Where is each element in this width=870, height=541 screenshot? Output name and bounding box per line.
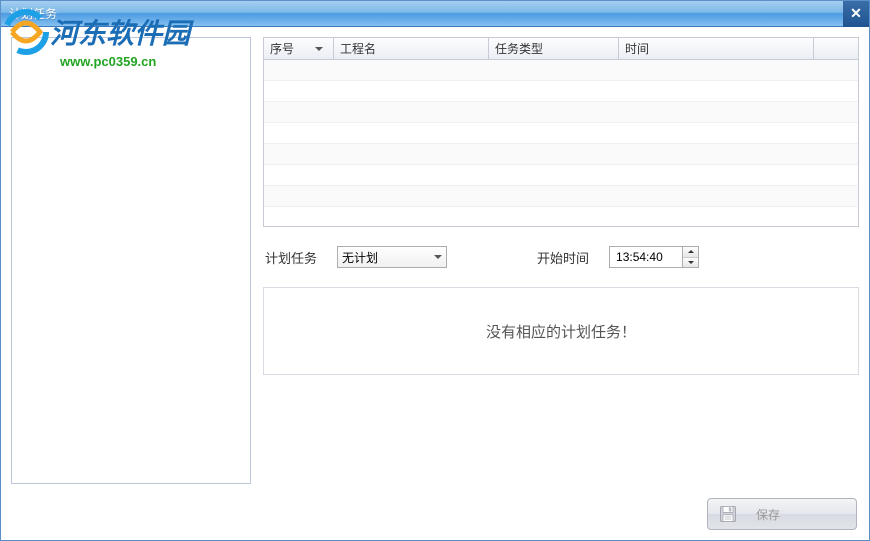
table-row (264, 186, 858, 207)
sidebar-panel[interactable] (11, 37, 251, 484)
spinner-down-button[interactable] (683, 258, 698, 268)
plan-task-select[interactable]: 无计划 (337, 246, 447, 268)
column-header-time[interactable]: 时间 (619, 38, 814, 59)
save-icon (718, 504, 738, 524)
spinner-up-button[interactable] (683, 247, 698, 258)
caret-up-icon (688, 250, 694, 253)
sort-arrow-icon (315, 47, 323, 51)
table-row (264, 102, 858, 123)
table-row (264, 144, 858, 165)
save-button[interactable]: 保存 (707, 498, 857, 530)
table-row (264, 123, 858, 144)
close-icon: ✕ (850, 5, 862, 22)
caret-down-icon (688, 261, 694, 264)
footer: 保存 (1, 494, 869, 540)
chevron-down-icon (434, 255, 442, 259)
table-row (264, 60, 858, 81)
controls-row: 计划任务 无计划 开始时间 13:54:40 (263, 242, 859, 272)
start-time-value: 13:54:40 (610, 247, 682, 267)
plan-task-value: 无计划 (342, 249, 378, 266)
table-row (264, 207, 858, 227)
window-title: 计划任务 (9, 5, 57, 22)
column-header-index[interactable]: 序号 (264, 38, 334, 59)
message-panel: 没有相应的计划任务！ (263, 287, 859, 375)
start-time-label: 开始时间 (537, 248, 589, 267)
table-row (264, 165, 858, 186)
main-panel: 序号 工程名 任务类型 时间 (263, 37, 859, 484)
close-button[interactable]: ✕ (843, 1, 869, 27)
plan-task-label: 计划任务 (265, 248, 317, 267)
start-time-input[interactable]: 13:54:40 (609, 246, 699, 268)
save-button-label: 保存 (756, 506, 780, 523)
column-header-project[interactable]: 工程名 (334, 38, 489, 59)
no-task-message: 没有相应的计划任务！ (486, 321, 636, 342)
task-table: 序号 工程名 任务类型 时间 (263, 37, 859, 227)
scheduled-task-window: 计划任务 ✕ 序号 工程名 任务类型 (0, 0, 870, 541)
content-area: 序号 工程名 任务类型 时间 (1, 27, 869, 494)
table-body[interactable] (264, 60, 858, 227)
titlebar[interactable]: 计划任务 ✕ (1, 1, 869, 27)
table-row (264, 81, 858, 102)
table-header: 序号 工程名 任务类型 时间 (264, 38, 858, 60)
column-header-task-type[interactable]: 任务类型 (489, 38, 619, 59)
column-header-spacer (814, 38, 858, 59)
time-spinner (682, 247, 698, 267)
